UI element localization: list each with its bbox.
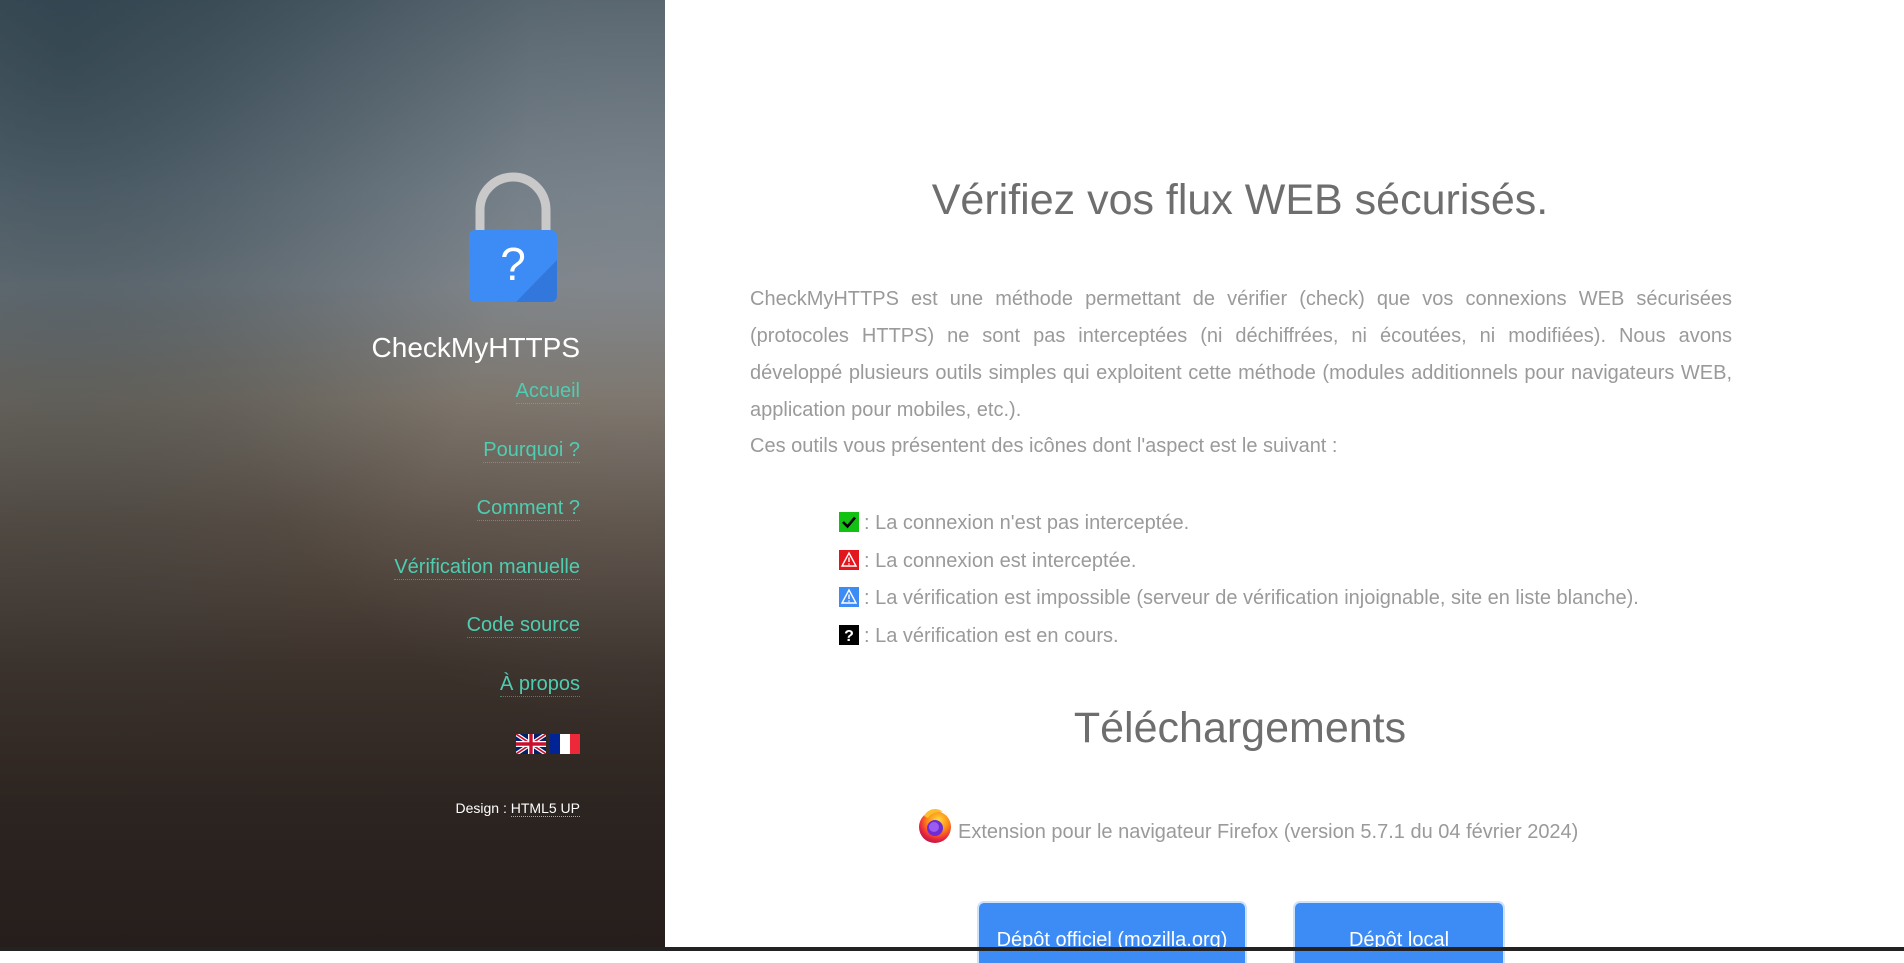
legend-item: : La vérification est impossible (serveu… [839,587,1639,625]
legend-text: : La vérification est en cours. [864,624,1119,647]
red-warning-icon [839,549,859,570]
language-switcher [516,734,580,754]
design-credit: Design : HTML5 UP [455,800,580,817]
legend-item: ? : La vérification est en cours. [839,624,1639,663]
credit-link[interactable]: HTML5 UP [510,800,580,817]
intro-paragraph: CheckMyHTTPS est une méthode permettant … [750,288,1732,421]
legend-text: : La connexion est interceptée. [864,549,1137,572]
page-title: Vérifiez vos flux WEB sécurisés. [931,176,1549,224]
nav-verification-manuelle[interactable]: Vérification manuelle [394,555,580,580]
nav-accueil[interactable]: Accueil [515,380,580,404]
extension-text: Extension pour le navigateur Firefox (ve… [958,821,1579,843]
nav-a-propos[interactable]: À propos [499,672,580,697]
padlock-question-icon: ? [469,172,557,302]
nav-code-source[interactable]: Code source [466,614,580,638]
green-check-icon [839,512,859,532]
english-flag-icon[interactable] [516,734,546,754]
downloads-heading: Téléchargements [1073,704,1407,752]
black-question-icon: ? [839,624,859,645]
site-title: CheckMyHTTPS [371,332,580,363]
credit-prefix: Design : [455,800,511,816]
svg-text:?: ? [500,238,526,290]
local-repo-button[interactable]: Dépôt local [1295,903,1503,963]
nav-pourquoi[interactable]: Pourquoi ? [483,438,580,463]
blue-warning-icon [839,587,859,607]
svg-text:?: ? [844,628,854,645]
firefox-icon [919,808,951,843]
legend-item: : La connexion est interceptée. [839,549,1639,588]
main-nav: Accueil Pourquoi ? Comment ? Vérificatio… [394,380,580,731]
official-repo-button[interactable]: Dépôt officiel (mozilla.org) [979,903,1245,963]
window-bottom-edge [0,947,1904,951]
firefox-extension-row: Extension pour le navigateur Firefox (ve… [916,806,1578,844]
legend-text: : La connexion n'est pas interceptée. [864,512,1190,534]
legend-text: : La vérification est impossible (serveu… [864,587,1639,609]
legend-item: : La connexion n'est pas interceptée. [839,512,1639,550]
main-content: Vérifiez vos flux WEB sécurisés. CheckMy… [665,0,1904,963]
french-flag-icon[interactable] [550,734,580,754]
sidebar: ? CheckMyHTTPS Accueil Pourquoi ? Commen… [0,0,665,951]
icon-legend: : La connexion n'est pas interceptée. : … [839,512,1639,662]
icons-intro: Ces outils vous présentent des icônes do… [750,435,1338,457]
nav-comment[interactable]: Comment ? [476,497,580,521]
